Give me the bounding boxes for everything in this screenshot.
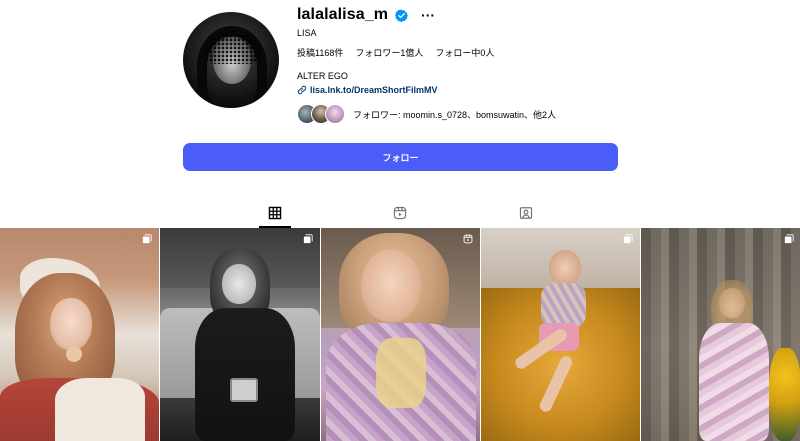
more-options-icon[interactable]: ··· [421, 8, 435, 22]
tab-reels[interactable] [380, 199, 420, 227]
verified-badge-icon [395, 8, 409, 22]
posts-count: 投稿1168件 [297, 48, 344, 58]
reels-icon [463, 234, 473, 244]
tagged-icon [519, 207, 533, 219]
post-tile[interactable] [160, 228, 320, 441]
post-tile[interactable] [641, 228, 800, 441]
avatar-veil-shape [205, 34, 261, 64]
profile-username: lalalalisa_m [297, 6, 389, 23]
face-shape [549, 250, 581, 286]
toy-shape [66, 346, 82, 362]
grid-icon [268, 206, 282, 220]
blanket-shape [55, 378, 145, 441]
flowers-shape [769, 348, 800, 441]
profile-link-text[interactable]: lisa.lnk.to/DreamShortFilmMV [310, 85, 438, 95]
carousel-icon [303, 234, 313, 244]
face-shape [222, 264, 256, 304]
link-icon [297, 85, 307, 95]
posts-grid [0, 228, 800, 441]
profile-bio: ALTER EGO [297, 71, 348, 81]
handbag-shape [230, 378, 258, 402]
reels-icon [393, 206, 407, 220]
face-shape [361, 250, 421, 322]
face-shape [50, 298, 92, 350]
profile-full-name: LISA [297, 28, 317, 38]
profile-tabs [0, 199, 800, 228]
followed-by-row[interactable]: フォロワー: moomin.s_0728、bomsuwatin、他2人 [297, 104, 556, 124]
following-count[interactable]: フォロー中0人 [435, 46, 494, 59]
carousel-icon [142, 234, 152, 244]
followed-by-text[interactable]: フォロワー: moomin.s_0728、bomsuwatin、他2人 [353, 108, 556, 121]
followers-count[interactable]: フォロワー1億人 [355, 46, 423, 59]
carousel-icon [623, 234, 633, 244]
follower-avatar [325, 104, 345, 124]
profile-avatar[interactable] [183, 12, 279, 108]
profile-stats: 投稿1168件 フォロワー1億人 フォロー中0人 [297, 46, 494, 59]
post-tile[interactable] [0, 228, 159, 441]
profile-link[interactable]: lisa.lnk.to/DreamShortFilmMV [297, 85, 438, 95]
dress-shape [699, 323, 769, 441]
post-tile[interactable] [321, 228, 480, 441]
username-row: lalalalisa_m ··· [297, 6, 435, 24]
jacket-shape [541, 283, 586, 328]
carousel-icon [784, 234, 794, 244]
dress-shape [195, 308, 295, 441]
tab-tagged[interactable] [506, 199, 546, 227]
follow-button[interactable]: フォロー [183, 143, 618, 171]
blouse-shape [376, 338, 426, 408]
tab-posts[interactable] [255, 199, 295, 228]
post-tile[interactable] [481, 228, 640, 441]
